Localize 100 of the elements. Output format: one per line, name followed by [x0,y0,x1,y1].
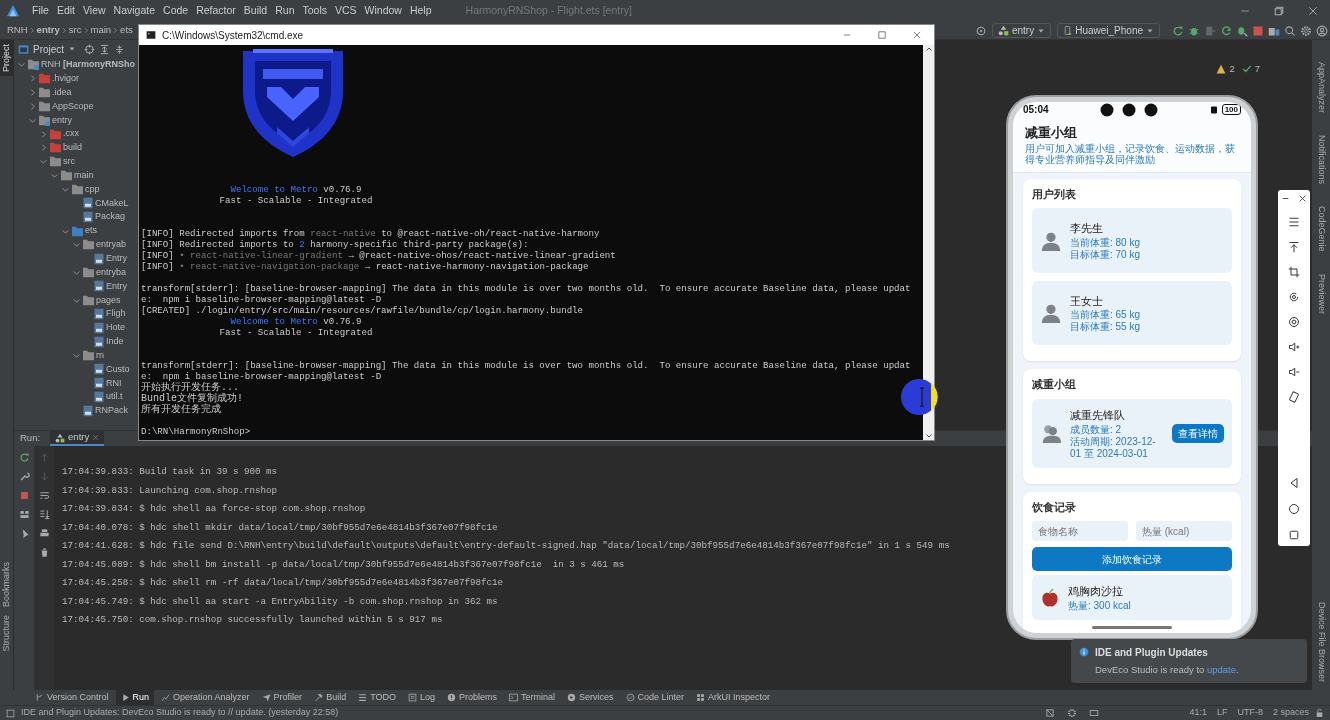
tree-item[interactable]: Entry [14,251,127,266]
menu-item[interactable]: Navigate [109,3,160,19]
details-button[interactable]: 查看详情 [1172,423,1224,443]
status-message[interactable]: IDE and Plugin Updates: DevEco Studio is ready to // update. (yesterday 22:58) [21,706,339,720]
tree-item[interactable]: AppScope [14,99,94,114]
menu-item[interactable]: VCS [331,3,361,19]
tool-window-tab[interactable]: Profiler [256,690,308,705]
tool-window-tab[interactable]: Log [403,690,440,705]
tool-window-tab[interactable]: Project [0,40,13,76]
breadcrumb-item[interactable]: src [67,23,83,38]
breadcrumb-item[interactable]: main [89,23,113,38]
tree-item[interactable]: .idea [14,85,72,100]
tree-item[interactable]: util.t [14,390,123,405]
tool-window-tab[interactable]: Build [309,690,352,705]
tree-item[interactable]: entry [14,113,72,128]
tool-window-tab[interactable]: Notifications [1314,131,1328,189]
entry-tab[interactable]: entry [50,431,105,446]
tree-item[interactable]: .cxx [14,127,79,142]
menu-item[interactable]: View [79,3,110,19]
app-subtitle: 用户可加入减重小组，记录饮食、运动数据，获得专业营养师指导及同伴激励 [1025,142,1236,166]
tree-item[interactable]: CMakeL [14,196,129,211]
tool-window-tab[interactable]: ArkUI Inspector [691,690,776,705]
passed-count: 7 [1254,62,1260,76]
tree-item[interactable]: entryab [14,237,127,252]
tree-item[interactable]: src [14,154,75,169]
item-detail: 活动周期: 2023-12-01 至 2024-03-01 [1070,435,1157,460]
tree-item[interactable]: .hvigor [14,71,79,86]
warning-count: 2 [1229,62,1235,76]
item-detail: 当前体重: 80 kg [1070,236,1142,249]
tree-item[interactable]: cpp [14,182,100,197]
terminal-line: 开始执行开发任务... [141,382,239,393]
tree-item[interactable]: Fligh [14,307,126,322]
log-line: 17:04:41.628: $ hdc file send D:\RNH\entry\build\default\outputs\default\entry-default-signed.hap "data/local/tmp/30bf955d7e6e4814b3f367e07f98fc1e" in 1 s 549 ms [62,539,950,553]
tree-item[interactable]: Hote [14,321,125,335]
run-config-dropdown[interactable]: entry [991,23,1052,38]
tool-window-tab[interactable]: Problems [442,690,503,705]
log-line: 17:04:45.089: $ hdc shell bm install -p data/local/tmp/30bf955d7e6e4814b3f367e07f98fc1e in 3 s 461 ms [62,557,626,572]
item-detail: 当前体重: 65 kg [1070,309,1142,321]
terminal-line: e: npm i baseline-browser-mapping@latest -D [141,294,382,305]
window-title: C:\Windows\System32\cmd.exe [162,28,304,43]
menu-item[interactable]: File [28,3,53,19]
tool-window-tab[interactable]: Previewer [1314,269,1328,318]
log-line: 17:04:40.078: $ hdc shell mkdir data/local/tmp/30bf955d7e6e4814b3f367e07f98fc1e [62,520,499,535]
battery-indicator: 100 [1221,104,1241,115]
tool-window-tab[interactable]: Device File Browser [1314,597,1328,686]
indent-setting[interactable]: 2 spaces [1272,706,1309,720]
tree-item[interactable]: entryba [14,265,127,280]
tree-item[interactable]: build [14,141,82,155]
terminal-line: [INFO] Redirected imports to 2 harmony-specific third-party package(s): [141,239,529,250]
terminal-line: transform[stderr]: [baseline-browser-mapping] The data in this module is over two months old. To ensure accurate Baseline data, please updat [141,360,911,371]
log-line: 17:04:45.258: $ hdc shell rm -rf data/local/tmp/30bf955d7e6e4814b3f367e07f98fc1e [62,576,505,590]
tool-window-tab[interactable]: Operation Analyzer [156,690,255,705]
breadcrumb-item[interactable]: entry [35,23,61,38]
tree-item[interactable]: rn [14,348,104,363]
terminal-line: [CREATED] ./login/entry/src/main/resources/rawfile/bundle/cp/login.harmony.bundle [141,305,584,316]
breadcrumb-item[interactable]: RNH [6,23,29,38]
panel-title[interactable]: Project [33,41,65,57]
menu-item[interactable]: Run [271,3,299,19]
item-name: 王女士 [1070,293,1104,309]
tool-window-tab[interactable]: Bookmarks [0,558,13,612]
tree-item[interactable]: Entry [14,279,127,294]
tree-item[interactable]: Packag [14,210,126,225]
section-title: 饮食记录 [1032,499,1077,515]
input-field[interactable]: 食物名称 [1032,521,1128,542]
menu-item[interactable]: Build [239,3,272,19]
tool-window-tab[interactable]: Terminal [504,690,561,705]
tool-window-tab[interactable]: Services [562,690,619,705]
tree-item[interactable]: Inde [14,334,124,349]
tool-window-tab[interactable]: AppAnalyzer [1314,58,1328,118]
device-dropdown[interactable]: Huawei_Phone [1057,23,1160,38]
menu-item[interactable]: Refactor [192,3,240,19]
breadcrumb-item[interactable]: ets [119,23,134,38]
position[interactable]: 41:1 [1189,706,1207,720]
item-detail: 成员数量: 2 [1070,423,1123,436]
banner-line: Welcome to Metro v0.76.9 [229,316,363,327]
tool-window-tab[interactable]: Version Control [30,690,114,705]
tool-window-tab[interactable]: Structure [0,611,13,656]
line-ending[interactable]: LF [1216,706,1228,720]
encoding[interactable]: UTF-8 [1237,706,1263,720]
tree-item[interactable]: RNI [14,376,122,391]
menu-item[interactable]: Window [360,3,406,19]
tool-window-tab[interactable]: CodeGenie [1314,202,1328,256]
add-button[interactable]: 添加饮食记录 [1032,547,1232,572]
menu-item[interactable]: Tools [298,3,331,19]
tree-item[interactable]: pages [14,293,121,308]
tool-window-tab[interactable]: TODO [353,690,401,705]
menu-item[interactable]: Edit [52,3,79,19]
tree-item[interactable]: ets [14,224,97,238]
input-field[interactable]: 热量 (kcal) [1136,521,1232,542]
tree-item[interactable]: RNH [HarmonyRNSho [14,58,135,72]
update-link[interactable]: update [1206,664,1236,675]
tree-item[interactable]: main [14,168,94,183]
banner-line: Fast - Scalable - Integrated [218,195,374,206]
tool-window-tab[interactable]: Run [115,690,155,705]
tree-item[interactable]: RNPack [14,404,128,418]
tree-item[interactable]: Custo [14,362,130,377]
banner-line: Fast - Scalable - Integrated [218,327,374,338]
menu-item[interactable]: Code [159,3,193,19]
menu-item[interactable]: Help [405,3,436,19]
tool-window-tab[interactable]: Code Linter [620,690,690,705]
